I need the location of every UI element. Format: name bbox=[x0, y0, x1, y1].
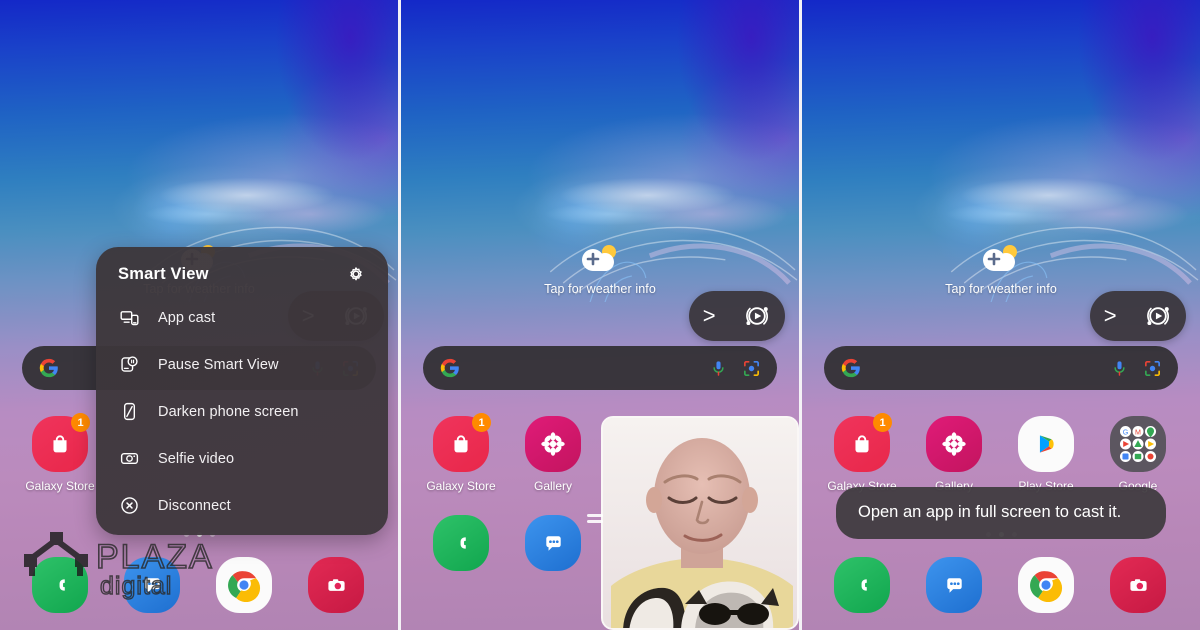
triptych-screenshot: Tap for weather info > bbox=[0, 0, 1200, 630]
svg-text:G: G bbox=[1123, 429, 1129, 437]
smart-view-menu-header: Smart View bbox=[96, 247, 388, 288]
phone-icon bbox=[460, 537, 466, 549]
smart-view-floating-pill-p2[interactable]: > bbox=[689, 291, 785, 341]
camera-icon bbox=[327, 578, 345, 591]
cloud-plus-sun-icon bbox=[977, 242, 1025, 276]
gallery-icon bbox=[942, 432, 966, 456]
google-folder-icon: G M bbox=[1119, 425, 1157, 463]
menu-item-pause-smart-view[interactable]: Pause Smart View bbox=[96, 341, 388, 388]
app-icon-phone[interactable] bbox=[415, 515, 507, 571]
phone-screen-panel-2: Tap for weather info > 1 Galaxy Store Ga… bbox=[401, 0, 799, 630]
selfie-video-preview[interactable] bbox=[601, 416, 799, 630]
darken-phone-screen-icon bbox=[118, 401, 140, 423]
menu-item-label: Pause Smart View bbox=[158, 356, 279, 373]
phone-screen-panel-3: Tap for weather info > 1 Galaxy Store Ga… bbox=[802, 0, 1200, 630]
galaxy-store-icon bbox=[855, 435, 869, 453]
smart-view-floating-pill-p3[interactable]: > bbox=[1090, 291, 1186, 341]
weather-widget[interactable]: Tap for weather info bbox=[802, 242, 1200, 296]
app-label: Gallery bbox=[533, 479, 572, 493]
app-icon-camera[interactable] bbox=[1092, 557, 1184, 613]
smart-view-title: Smart View bbox=[118, 264, 209, 283]
gear-icon[interactable] bbox=[346, 264, 366, 284]
cloud-plus-sun-icon bbox=[576, 242, 624, 276]
menu-item-label: Selfie video bbox=[158, 450, 235, 467]
pause-smart-view-icon bbox=[118, 354, 140, 376]
disconnect-icon bbox=[118, 495, 140, 517]
svg-text:M: M bbox=[1135, 429, 1141, 437]
menu-item-label: Darken phone screen bbox=[158, 403, 299, 420]
google-lens-icon[interactable] bbox=[1143, 359, 1162, 378]
cast-toast-message: Open an app in full screen to cast it. bbox=[836, 487, 1166, 540]
messages-icon bbox=[545, 535, 561, 551]
panel-divider-2 bbox=[799, 0, 802, 630]
app-icon-messages[interactable] bbox=[507, 515, 599, 571]
smart-view-menu: Smart View App cast Pause Smart View Dar… bbox=[96, 247, 388, 535]
google-search-bar-p2[interactable] bbox=[423, 346, 777, 390]
microphone-icon[interactable] bbox=[709, 359, 728, 378]
play-store-icon bbox=[1039, 435, 1054, 453]
menu-item-label: Disconnect bbox=[158, 497, 231, 514]
google-g-icon bbox=[840, 357, 862, 379]
smart-view-cast-icon[interactable] bbox=[1144, 302, 1172, 330]
panel-divider-1 bbox=[398, 0, 401, 630]
menu-item-darken-phone-screen[interactable]: Darken phone screen bbox=[96, 388, 388, 435]
notification-badge: 1 bbox=[472, 413, 491, 432]
google-lens-icon[interactable] bbox=[742, 359, 761, 378]
app-icon-gallery[interactable]: Gallery bbox=[908, 416, 1000, 493]
app-folder-google[interactable]: G M Google bbox=[1092, 416, 1184, 493]
app-icon-galaxy-store[interactable]: 1 Galaxy Store bbox=[415, 413, 507, 493]
app-cast-icon bbox=[118, 307, 140, 329]
app-icon-play-store[interactable]: Play Store bbox=[1000, 416, 1092, 493]
phone-icon bbox=[59, 579, 65, 591]
menu-item-app-cast[interactable]: App cast bbox=[96, 294, 388, 341]
app-icon-galaxy-store[interactable]: 1 Galaxy Store bbox=[816, 413, 908, 493]
notification-badge: 1 bbox=[873, 413, 892, 432]
selfie-video-icon bbox=[118, 448, 140, 470]
phone-screen-panel-1: Tap for weather info > bbox=[0, 0, 398, 630]
menu-item-label: App cast bbox=[158, 309, 216, 326]
galaxy-store-icon bbox=[53, 435, 67, 453]
menu-item-disconnect[interactable]: Disconnect bbox=[96, 482, 388, 529]
menu-item-selfie-video[interactable]: Selfie video bbox=[96, 435, 388, 482]
app-icon-gallery[interactable]: Gallery bbox=[507, 416, 599, 493]
app-icon-galaxy-store[interactable]: 1 Galaxy Store bbox=[14, 413, 106, 493]
google-g-icon bbox=[439, 357, 461, 379]
app-icon-messages[interactable] bbox=[908, 557, 1000, 613]
app-icon-phone[interactable] bbox=[14, 557, 106, 613]
app-icon-messages[interactable] bbox=[106, 557, 198, 613]
camera-icon bbox=[1129, 578, 1147, 591]
weather-widget[interactable]: Tap for weather info bbox=[401, 242, 799, 296]
messages-icon bbox=[946, 577, 962, 593]
app-icon-chrome[interactable] bbox=[198, 557, 290, 613]
chevron-right-icon[interactable]: > bbox=[1104, 305, 1117, 327]
app-icon-chrome[interactable] bbox=[1000, 557, 1092, 613]
galaxy-store-icon bbox=[454, 435, 468, 453]
drag-handle-icon[interactable] bbox=[587, 510, 603, 526]
gallery-icon bbox=[541, 432, 565, 456]
chevron-right-icon[interactable]: > bbox=[703, 305, 716, 327]
chrome-icon bbox=[1030, 571, 1063, 602]
phone-icon bbox=[861, 579, 867, 591]
microphone-icon[interactable] bbox=[1110, 359, 1129, 378]
chrome-icon bbox=[228, 571, 261, 602]
google-search-bar-p3[interactable] bbox=[824, 346, 1178, 390]
smart-view-cast-icon[interactable] bbox=[743, 302, 771, 330]
smart-view-menu-list: App cast Pause Smart View Darken phone s… bbox=[96, 288, 388, 529]
app-icon-phone[interactable] bbox=[816, 557, 908, 613]
app-label: Galaxy Store bbox=[25, 479, 95, 493]
notification-badge: 1 bbox=[71, 413, 90, 432]
google-g-icon bbox=[38, 357, 60, 379]
messages-icon bbox=[144, 577, 160, 593]
app-label: Galaxy Store bbox=[426, 479, 496, 493]
app-icon-camera[interactable] bbox=[290, 557, 382, 613]
